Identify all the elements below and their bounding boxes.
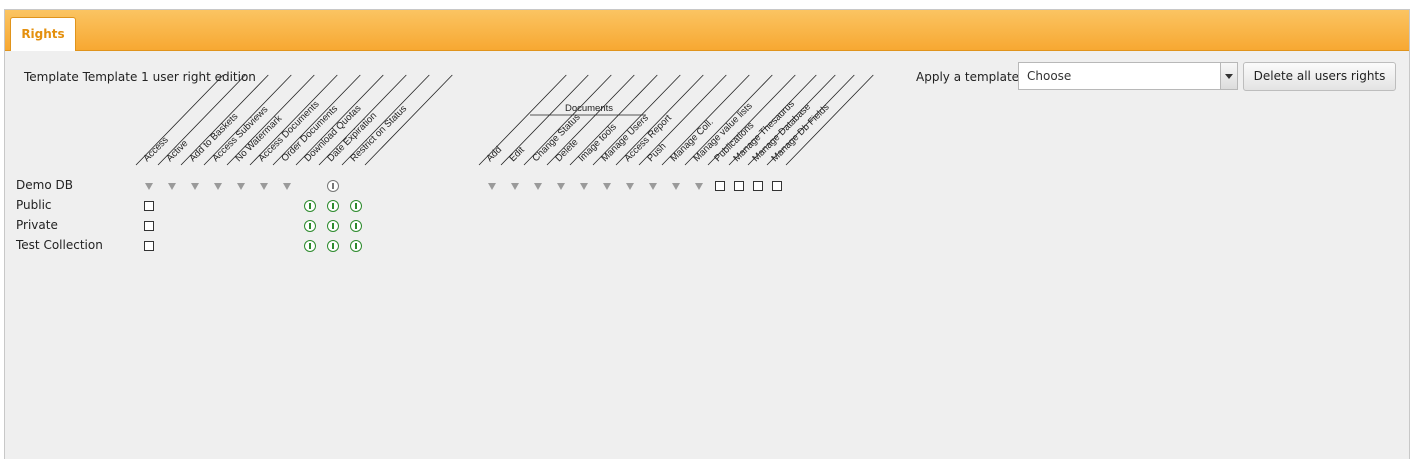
info-icon[interactable]	[327, 220, 339, 232]
info-icon[interactable]	[304, 240, 316, 252]
info-icon[interactable]	[350, 200, 362, 212]
template-select[interactable]: Choose	[1018, 62, 1238, 90]
row-label: Private	[16, 218, 58, 232]
group2-header-1[interactable]: Edit	[507, 145, 527, 165]
dropdown-arrow-icon[interactable]	[191, 183, 199, 190]
dropdown-arrow-icon[interactable]	[168, 183, 176, 190]
info-icon[interactable]	[327, 240, 339, 252]
dropdown-arrow-icon[interactable]	[649, 183, 657, 190]
access-checkbox[interactable]	[144, 241, 154, 251]
delete-all-rights-button[interactable]: Delete all users rights	[1243, 62, 1396, 91]
dropdown-arrow-icon[interactable]	[603, 183, 611, 190]
access-checkbox[interactable]	[144, 221, 154, 231]
info-icon[interactable]	[304, 220, 316, 232]
dropdown-arrow-icon[interactable]	[488, 183, 496, 190]
right-checkbox[interactable]	[734, 181, 744, 191]
dropdown-arrow-icon[interactable]	[283, 183, 291, 190]
row-label: Public	[16, 198, 52, 212]
group2-header-0[interactable]: Add	[484, 144, 504, 164]
right-checkbox[interactable]	[715, 181, 725, 191]
dropdown-arrow-icon[interactable]	[580, 183, 588, 190]
right-checkbox[interactable]	[753, 181, 763, 191]
dropdown-arrow-icon[interactable]	[557, 183, 565, 190]
info-icon[interactable]	[350, 240, 362, 252]
template-select-value: Choose	[1027, 69, 1072, 83]
info-icon[interactable]	[350, 220, 362, 232]
dropdown-arrow-icon[interactable]	[626, 183, 634, 190]
right-checkbox[interactable]	[772, 181, 782, 191]
rights-panel: Rights Template Template 1 user right ed…	[4, 9, 1410, 459]
info-icon[interactable]	[327, 180, 339, 192]
tab-rights[interactable]: Rights	[10, 17, 76, 51]
dropdown-arrow-icon[interactable]	[672, 183, 680, 190]
dropdown-arrow-icon[interactable]	[534, 183, 542, 190]
access-checkbox[interactable]	[144, 201, 154, 211]
dropdown-arrow-icon[interactable]	[695, 183, 703, 190]
chevron-down-icon[interactable]	[1220, 63, 1237, 89]
group1-divider	[364, 74, 453, 166]
dropdown-arrow-icon[interactable]	[145, 183, 153, 190]
dropdown-arrow-icon[interactable]	[214, 183, 222, 190]
row-label: Test Collection	[16, 238, 103, 252]
dropdown-arrow-icon[interactable]	[260, 183, 268, 190]
row-label: Demo DB	[16, 178, 73, 192]
dropdown-arrow-icon[interactable]	[511, 183, 519, 190]
info-icon[interactable]	[304, 200, 316, 212]
tab-bar: Rights	[5, 10, 1409, 51]
apply-template-label: Apply a template	[916, 70, 1020, 84]
documents-group-label: Documents	[565, 103, 613, 114]
info-icon[interactable]	[327, 200, 339, 212]
dropdown-arrow-icon[interactable]	[237, 183, 245, 190]
